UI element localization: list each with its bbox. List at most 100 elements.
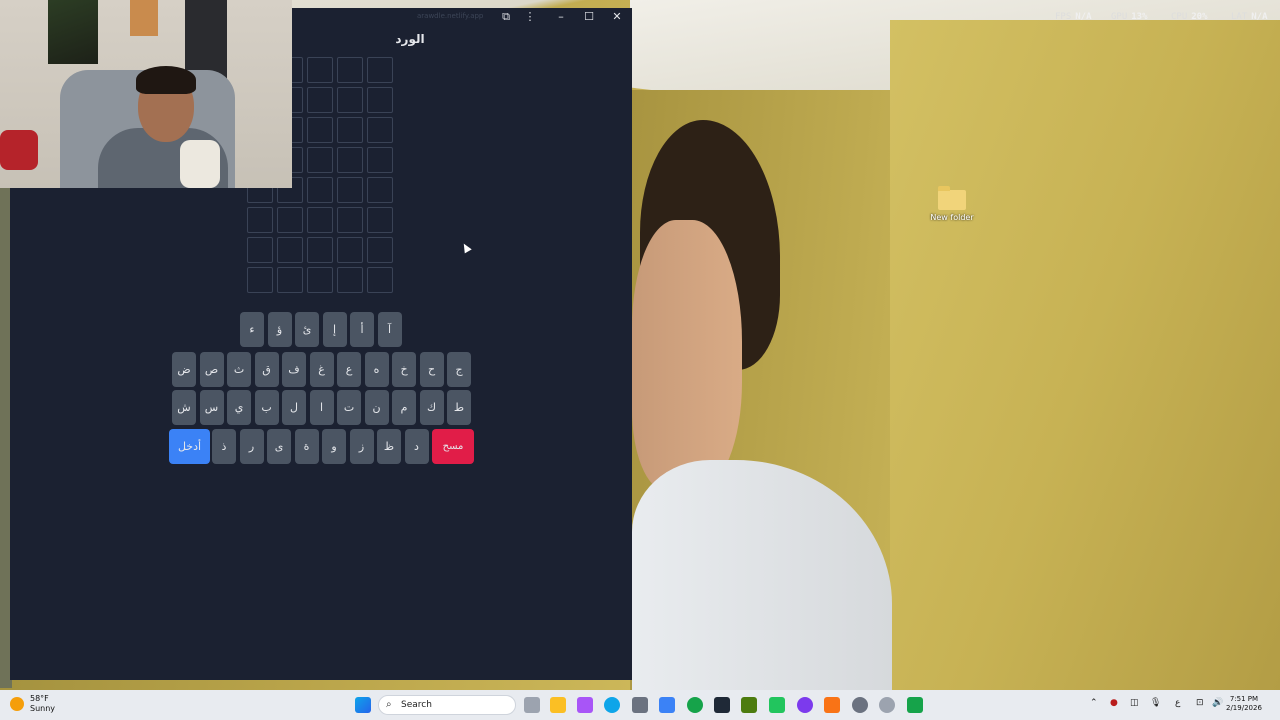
chevron-up-icon[interactable]: ⌃ xyxy=(1090,698,1098,708)
app-icon[interactable] xyxy=(769,697,785,713)
edge-icon[interactable] xyxy=(604,697,620,713)
store-icon[interactable] xyxy=(632,697,648,713)
letter-key[interactable]: د xyxy=(404,429,429,464)
tray-icon[interactable]: ◫ xyxy=(1130,698,1139,708)
wallpaper-wall-right xyxy=(890,20,1280,690)
letter-key[interactable]: إ xyxy=(322,312,347,347)
lat-stat: LAT N/A xyxy=(1231,12,1268,22)
grid-cell xyxy=(337,117,363,143)
extensions-icon[interactable]: ⧉ xyxy=(497,9,515,25)
enter-button[interactable]: أدخل xyxy=(169,429,210,464)
letter-key[interactable]: ت xyxy=(337,390,361,425)
letter-key[interactable]: ذ xyxy=(212,429,236,464)
weather-condition: Sunny xyxy=(30,704,56,713)
taskbar: 58°F Sunny ⌕ Search ⌃ ● ◫ 🎙 ع ⊡ 🔊 7:51 P… xyxy=(0,690,1280,720)
task-view-icon[interactable] xyxy=(524,697,540,713)
letter-key[interactable]: ك xyxy=(419,390,444,425)
letter-key[interactable]: ى xyxy=(267,429,291,464)
grid-cell xyxy=(307,57,333,83)
terminal-icon[interactable] xyxy=(741,697,757,713)
gpu-stat: GPU 13% xyxy=(1111,12,1148,22)
letter-key[interactable]: م xyxy=(392,390,416,425)
letter-key[interactable]: ؤ xyxy=(267,312,292,347)
letter-key[interactable]: ص xyxy=(199,352,224,387)
grid-cell xyxy=(337,267,363,293)
ide-icon[interactable] xyxy=(714,697,730,713)
clock-time: 7:51 PM xyxy=(1229,695,1259,703)
grid-cell xyxy=(367,87,393,113)
webcam-overlay xyxy=(0,0,292,188)
volume-icon[interactable]: 🔊 xyxy=(1212,698,1223,708)
webcam-poster xyxy=(48,0,98,64)
letter-key[interactable]: ث xyxy=(227,352,251,387)
window-titlebar[interactable]: arawdle.netlify.app ⧉ ⋮ – ☐ ✕ xyxy=(292,8,632,26)
letter-key[interactable]: ج xyxy=(447,352,471,387)
letter-key[interactable]: خ xyxy=(392,352,416,387)
app-icon[interactable] xyxy=(687,697,703,713)
letter-key[interactable]: ن xyxy=(364,390,389,425)
more-options-icon[interactable]: ⋮ xyxy=(521,9,539,25)
grid-cell xyxy=(307,117,333,143)
weather-temperature: 58°F xyxy=(30,694,49,703)
grid-cell xyxy=(307,177,333,203)
settings-icon[interactable] xyxy=(852,697,868,713)
letter-key[interactable]: ط xyxy=(447,390,471,425)
letter-key[interactable]: ا xyxy=(309,390,334,425)
letter-key[interactable]: أ xyxy=(350,312,374,347)
letter-key[interactable]: غ xyxy=(309,352,334,387)
letter-key[interactable]: ر xyxy=(239,429,264,464)
minimize-button[interactable]: – xyxy=(552,9,570,25)
clock[interactable]: 7:51 PM 2/19/2026 xyxy=(1226,695,1262,713)
letter-key[interactable]: ق xyxy=(254,352,279,387)
desktop-folder[interactable]: New folder xyxy=(928,186,976,222)
letter-key[interactable]: ظ xyxy=(377,429,401,464)
grid-cell xyxy=(337,177,363,203)
grid-cell xyxy=(337,147,363,173)
letter-key[interactable]: ش xyxy=(172,390,196,425)
close-button[interactable]: ✕ xyxy=(608,9,626,25)
letter-key[interactable]: ئ xyxy=(295,312,319,347)
page-title: الورد xyxy=(395,32,425,46)
letter-key[interactable]: س xyxy=(199,390,224,425)
delete-button[interactable]: مسح xyxy=(432,429,474,464)
grid-cell xyxy=(367,267,393,293)
mail-icon[interactable] xyxy=(659,697,675,713)
letter-key[interactable]: ف xyxy=(282,352,306,387)
letter-key[interactable]: ه xyxy=(364,352,389,387)
maximize-button[interactable]: ☐ xyxy=(580,9,598,25)
letter-key[interactable]: ي xyxy=(227,390,251,425)
letter-key[interactable]: ز xyxy=(349,429,374,464)
input-language[interactable]: ع xyxy=(1175,698,1180,708)
letter-key[interactable]: آ xyxy=(377,312,402,347)
letter-key[interactable]: ض xyxy=(172,352,196,387)
letter-key[interactable]: ء xyxy=(240,312,264,347)
tray-icon[interactable]: ● xyxy=(1110,698,1118,708)
letter-key[interactable]: ل xyxy=(282,390,306,425)
copilot-icon[interactable] xyxy=(577,697,593,713)
folder-icon xyxy=(938,186,966,210)
webcam-poster xyxy=(185,0,227,80)
search-placeholder: Search xyxy=(401,700,432,710)
network-icon[interactable]: ⊡ xyxy=(1196,698,1204,708)
letter-key[interactable]: ة xyxy=(294,429,319,464)
clock-date: 2/19/2026 xyxy=(1226,704,1262,712)
grid-cell xyxy=(367,177,393,203)
letter-key[interactable]: و xyxy=(322,429,346,464)
obs-icon[interactable] xyxy=(879,697,895,713)
notepad-icon[interactable] xyxy=(907,697,923,713)
weather-widget[interactable]: 58°F Sunny xyxy=(10,694,55,714)
grid-cell xyxy=(307,147,333,173)
grid-cell xyxy=(277,207,303,233)
brave-icon[interactable] xyxy=(824,697,840,713)
grid-cell xyxy=(247,267,273,293)
app-icon[interactable] xyxy=(797,697,813,713)
letter-key[interactable]: ح xyxy=(419,352,444,387)
start-icon[interactable] xyxy=(355,697,371,713)
cpu-stat: CPU 20% xyxy=(1171,12,1208,22)
letter-key[interactable]: ع xyxy=(337,352,361,387)
grid-cell xyxy=(307,237,333,263)
taskbar-search[interactable]: ⌕ Search xyxy=(378,695,516,715)
file-explorer-icon[interactable] xyxy=(550,697,566,713)
microphone-icon[interactable]: 🎙 xyxy=(1150,698,1161,708)
letter-key[interactable]: ب xyxy=(254,390,279,425)
